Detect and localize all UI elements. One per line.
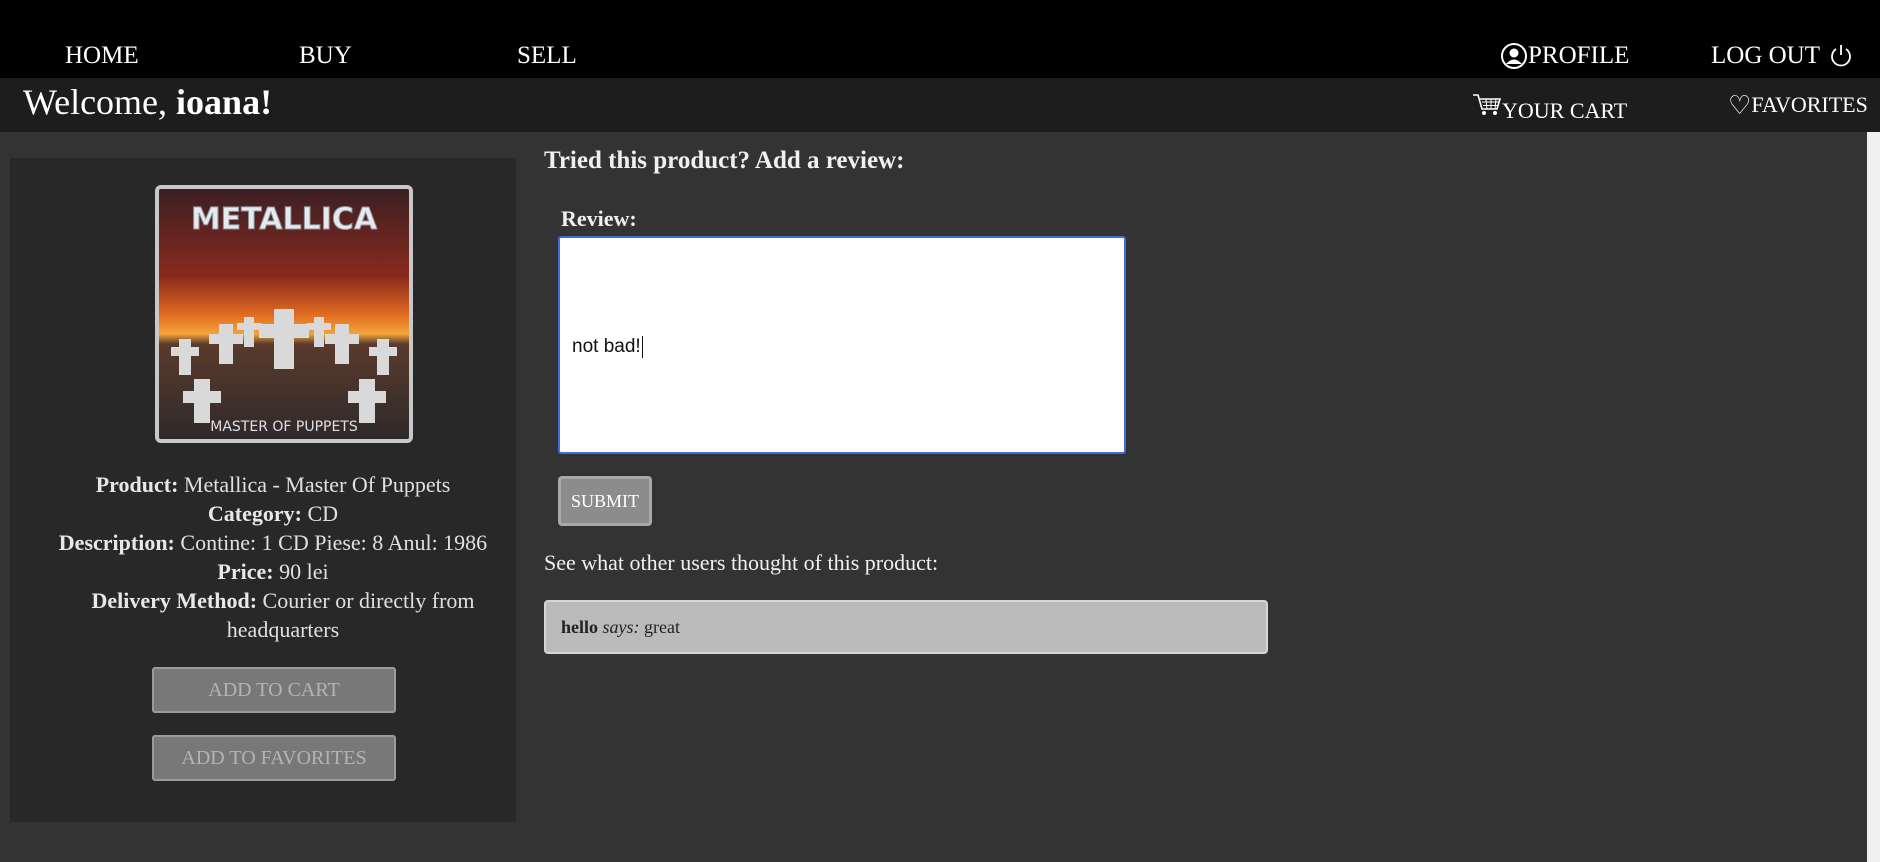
welcome-prefix: Welcome,	[23, 82, 168, 122]
description-label: Description:	[58, 530, 175, 555]
add-review-heading: Tried this product? Add a review:	[544, 147, 905, 174]
nav-profile-label: PROFILE	[1528, 42, 1630, 69]
review-item: hello says: great	[544, 600, 1268, 654]
welcome-username: ioana!	[176, 82, 273, 122]
welcome-message: Welcome, ioana!	[23, 81, 272, 123]
review-text-value: not bad!	[572, 336, 641, 357]
product-panel: METALLICA MASTER OF PUPPETS Product: Met…	[10, 158, 516, 822]
welcome-bar: Welcome, ioana! YOUR CART ♡ FAVORITES	[0, 78, 1880, 132]
favorites-link[interactable]: ♡ FAVORITES	[1728, 91, 1868, 121]
delivery-value: Courier or directly from headquarters	[226, 588, 475, 642]
nav-logout-link[interactable]: LOG OUT	[1711, 42, 1854, 70]
review-author: hello	[561, 617, 599, 637]
category-row: Category: CD	[10, 499, 536, 528]
submit-review-button[interactable]: SUBMIT	[558, 476, 652, 526]
review-field-label: Review:	[561, 206, 637, 231]
text-caret	[641, 335, 643, 358]
description-row: Description: Contine: 1 CD Piese: 8 Anul…	[10, 528, 536, 557]
product-name-row: Product: Metallica - Master Of Puppets	[10, 470, 536, 499]
price-row: Price: 90 lei	[10, 557, 536, 586]
category-value: CD	[307, 501, 339, 526]
nav-home-link[interactable]: HOME	[65, 42, 139, 70]
review-says-label: says:	[602, 617, 640, 637]
user-circle-icon	[1500, 42, 1528, 70]
other-reviews-heading: See what other users thought of this pro…	[544, 550, 939, 575]
review-textarea[interactable]: not bad!	[558, 236, 1126, 454]
add-to-favorites-button[interactable]: ADD TO FAVORITES	[152, 735, 396, 781]
product-name-value: Metallica - Master Of Puppets	[183, 472, 451, 497]
cart-icon	[1472, 92, 1502, 124]
nav-logout-label: LOG OUT	[1711, 42, 1821, 69]
your-cart-link[interactable]: YOUR CART	[1472, 92, 1627, 124]
power-icon	[1828, 43, 1854, 69]
heart-icon: ♡	[1728, 91, 1752, 121]
album-cover-subtitle: MASTER OF PUPPETS	[210, 419, 358, 435]
add-to-cart-button[interactable]: ADD TO CART	[152, 667, 396, 713]
product-details: Product: Metallica - Master Of Puppets C…	[10, 470, 536, 644]
top-navigation: HOME BUY SELL PROFILE LOG OUT	[0, 0, 1880, 78]
description-value: Contine: 1 CD Piese: 8 Anul: 1986	[180, 530, 488, 555]
nav-buy-link[interactable]: BUY	[299, 42, 352, 70]
nav-profile-link[interactable]: PROFILE	[1500, 42, 1629, 70]
price-label: Price:	[217, 559, 274, 584]
nav-sell-link[interactable]: SELL	[517, 42, 577, 70]
favorites-label: FAVORITES	[1751, 92, 1868, 117]
category-label: Category:	[207, 501, 302, 526]
delivery-label: Delivery Method:	[91, 588, 258, 613]
your-cart-label: YOUR CART	[1502, 98, 1628, 123]
review-text: great	[644, 617, 680, 637]
delivery-row: Delivery Method: Courier or directly fro…	[10, 586, 536, 644]
page-scrollbar[interactable]	[1867, 132, 1880, 862]
album-cover-title: METALLICA	[191, 202, 378, 237]
product-name-label: Product:	[95, 472, 179, 497]
album-cover-image: METALLICA MASTER OF PUPPETS	[155, 185, 413, 443]
price-value: 90 lei	[279, 559, 329, 584]
